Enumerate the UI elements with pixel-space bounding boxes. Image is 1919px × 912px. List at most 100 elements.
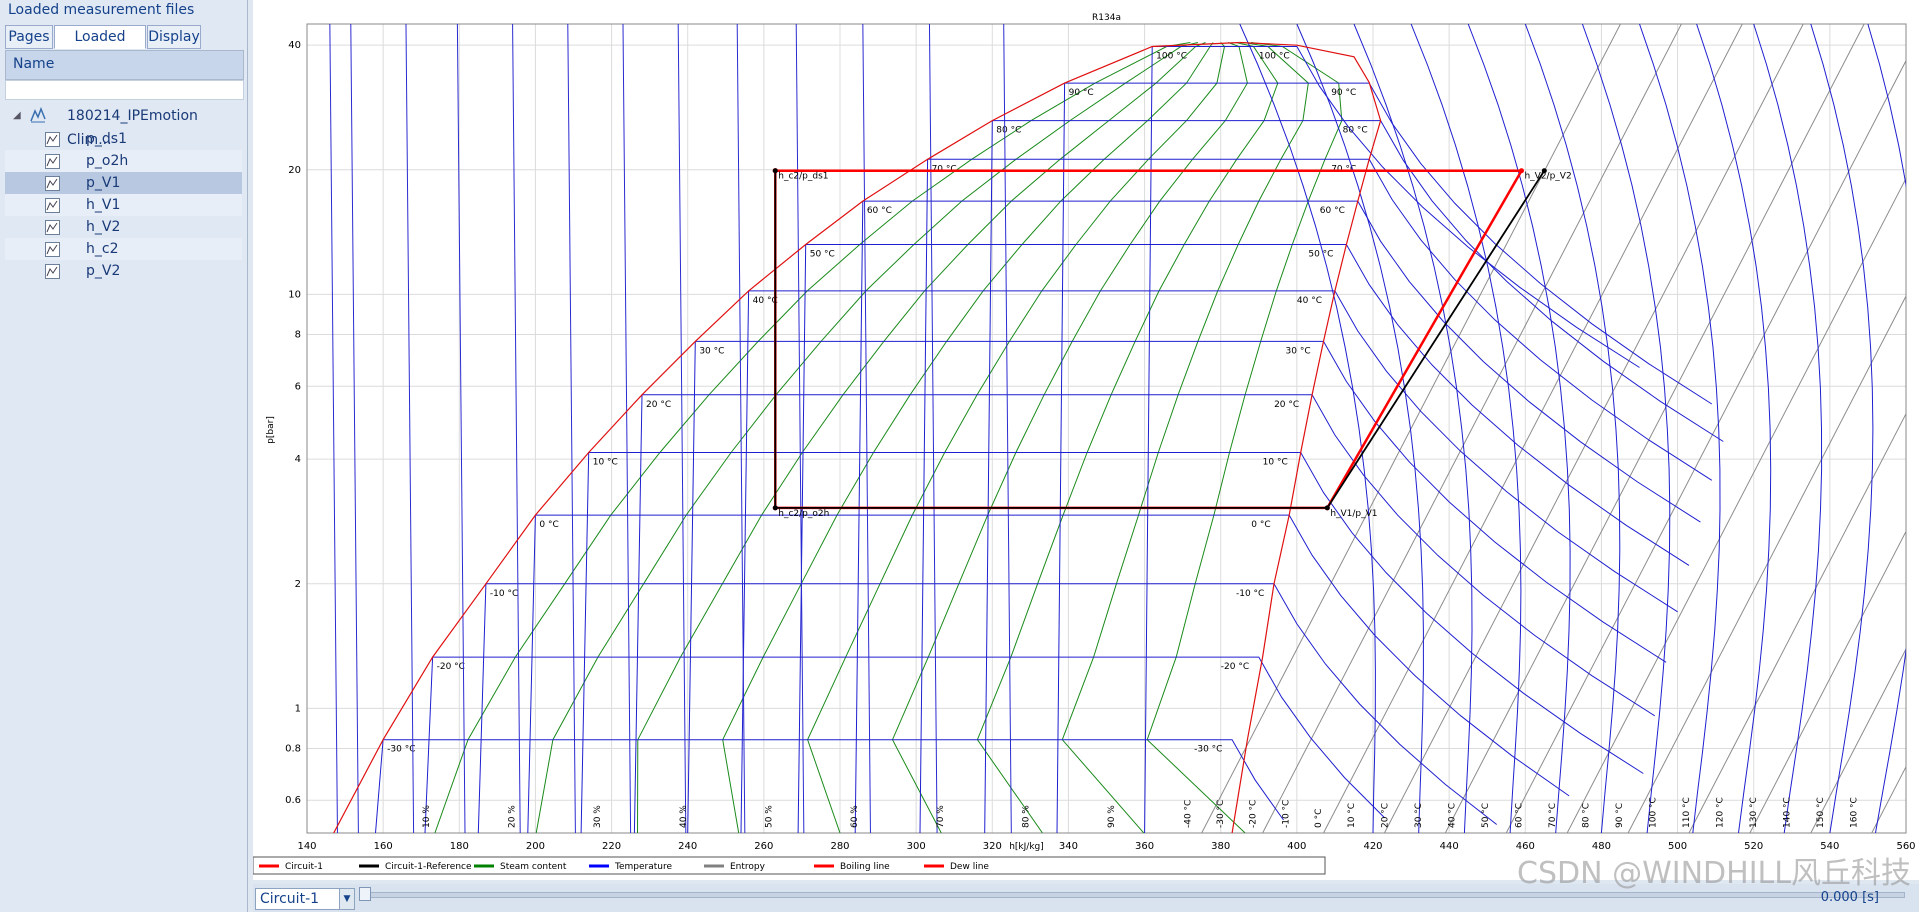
legend-label: Circuit-1	[285, 862, 323, 872]
cycle-series-point	[772, 505, 778, 511]
steam-content-label: 30 %	[593, 805, 603, 828]
dew-line	[1231, 41, 1382, 833]
tree-item-label: p_ds1	[86, 131, 127, 147]
bottom-temperature-label: -30 °C	[1216, 800, 1226, 828]
x-tick-label: 200	[526, 841, 545, 852]
measurement-files-panel: Loaded measurement files Pages Loaded me…	[0, 0, 248, 912]
bottom-temperature-label: 140 °C	[1783, 797, 1793, 828]
x-tick-label: 360	[1135, 841, 1154, 852]
bottom-temperature-label: 160 °C	[1850, 797, 1860, 828]
name-column-header[interactable]: Name	[5, 50, 244, 80]
entropy-line	[1444, 24, 1865, 833]
tree-root-item[interactable]: ◢ 180214_IPEmotion Clim...	[5, 104, 242, 148]
isotherm-liquid-vertical	[405, 24, 415, 833]
tab-loaded-measurements[interactable]: Loaded mea...	[54, 25, 146, 67]
tree-item-p-o2h[interactable]: p_o2h	[5, 150, 242, 172]
tab-pages[interactable]: Pages	[5, 25, 53, 49]
plot-content: -30 °C -30 °C -20 °C -20 °C -10 °C -10 °C 0 °C…	[329, 24, 1906, 833]
y-tick-label: 8	[295, 330, 301, 341]
boiling-line	[333, 41, 1240, 833]
channel-icon[interactable]	[45, 242, 60, 257]
x-tick-label: 240	[678, 841, 697, 852]
x-tick-label: 140	[297, 841, 316, 852]
isotherm-liquid-vertical	[512, 24, 521, 833]
collapse-triangle-icon[interactable]: ◢	[13, 104, 21, 128]
isotherm-superheated-arc	[1581, 24, 1671, 833]
time-slider-track[interactable]	[363, 892, 1905, 898]
isotherm-liquid-vertical	[736, 24, 746, 833]
bottom-temperature-label: 90 °C	[1615, 803, 1625, 828]
isotherm-line	[854, 200, 1701, 833]
isotherm-label-vapor: -10 °C	[1236, 589, 1264, 599]
isotherm-label-vapor: 80 °C	[1343, 126, 1368, 136]
time-slider-thumb[interactable]	[359, 887, 371, 901]
isotherm-liquid-vertical	[622, 24, 632, 833]
legend-label: Temperature	[614, 862, 672, 872]
tab-display[interactable]: Display	[147, 25, 201, 49]
isotherm-label-liquid: 70 °C	[932, 164, 957, 174]
channel-icon[interactable]	[45, 198, 60, 213]
isotherm-label-liquid: -20 °C	[437, 662, 465, 672]
filter-row[interactable]	[5, 80, 244, 100]
steam-content-label: 40 %	[679, 805, 689, 828]
measurement-tree: ◢ 180214_IPEmotion Clim... p_ds1 p_o2h p_V…	[5, 104, 242, 282]
x-tick-label: 300	[907, 841, 926, 852]
legend-label: Dew line	[950, 862, 989, 872]
x-tick-label: 340	[1059, 841, 1078, 852]
isotherm-label-liquid: 90 °C	[1069, 88, 1094, 98]
bottom-temperature-label: 130 °C	[1749, 797, 1759, 828]
isotherm-superheated-arc	[1467, 24, 1571, 833]
x-tick-label: 180	[450, 841, 469, 852]
steam-content-line	[722, 42, 1214, 833]
tree-item-h-c2[interactable]: h_c2	[5, 238, 242, 260]
isotherm-liquid-vertical	[928, 24, 938, 833]
entropy-line	[1749, 530, 1906, 833]
ph-diagram[interactable]: R134a 140 160 180 200 220 240 260 280 300 320 340 36…	[253, 0, 1919, 880]
tree-item-p-ds1[interactable]: p_ds1	[5, 128, 242, 150]
channel-icon[interactable]	[45, 154, 60, 169]
legend-label: Boiling line	[840, 862, 890, 872]
cycle-series-point	[772, 168, 778, 174]
tree-item-label: p_V1	[86, 175, 121, 191]
x-tick-label: 420	[1363, 841, 1382, 852]
steam-content-line	[976, 42, 1279, 833]
entropy-line	[1383, 24, 1804, 833]
circuit-select[interactable]: Circuit-1 ▼	[255, 888, 355, 910]
isotherm-label-liquid: 10 °C	[593, 458, 618, 468]
tree-item-h-v1[interactable]: h_V1	[5, 194, 242, 216]
bottom-temperature-label: 10 °C	[1347, 803, 1357, 828]
x-axis-label: h[kJ/kg]	[1009, 842, 1044, 852]
isotherm-liquid-vertical	[567, 24, 576, 833]
isotherm-label-vapor: 100 °C	[1259, 52, 1290, 62]
y-tick-label: 0.6	[285, 795, 301, 806]
chevron-down-icon[interactable]: ▼	[339, 889, 354, 909]
isotherm-label-liquid: 80 °C	[996, 126, 1021, 136]
isotherm-line	[1056, 82, 1713, 833]
y-tick-label: 1	[295, 703, 301, 714]
isotherm-line	[424, 656, 1385, 833]
channel-icon[interactable]	[45, 132, 60, 147]
isotherm-liquid-vertical	[329, 24, 338, 833]
legend-label: Circuit-1-Reference	[385, 862, 472, 872]
channel-icon[interactable]	[45, 264, 60, 279]
entropy-line	[1871, 765, 1906, 833]
tree-item-p-v2[interactable]: p_V2	[5, 260, 242, 282]
channel-icon[interactable]	[45, 176, 60, 191]
y-tick-label: 20	[288, 165, 301, 176]
channel-icon[interactable]	[45, 220, 60, 235]
isotherm-label-vapor: 50 °C	[1308, 249, 1333, 259]
isotherm-label-vapor: 0 °C	[1251, 520, 1270, 530]
isotherm-label-liquid: 60 °C	[867, 206, 892, 216]
y-tick-label: 10	[288, 289, 301, 300]
steam-content-label: 90 %	[1107, 805, 1117, 828]
isotherm-line	[919, 158, 1713, 833]
isotherm-label-liquid: -10 °C	[490, 589, 518, 599]
tree-item-label: h_c2	[86, 241, 119, 257]
x-tick-label: 260	[754, 841, 773, 852]
bottom-temperature-label: 150 °C	[1816, 797, 1826, 828]
isotherm-label-vapor: -30 °C	[1194, 745, 1222, 755]
x-tick-label: 440	[1440, 841, 1459, 852]
tree-item-h-v2[interactable]: h_V2	[5, 216, 242, 238]
chart-title: R134a	[1092, 13, 1121, 23]
tree-item-p-v1[interactable]: p_V1	[5, 172, 242, 194]
